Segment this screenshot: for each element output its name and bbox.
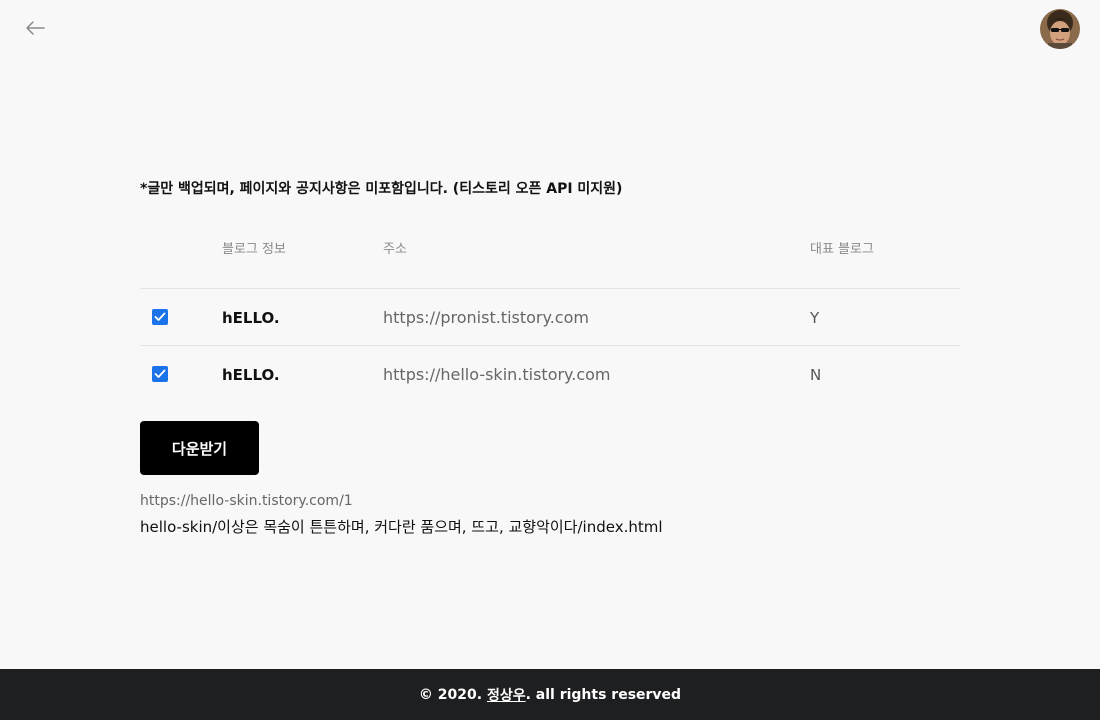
progress-url: https://hello-skin.tistory.com/1: [140, 493, 353, 509]
blog-name: hELLO.: [222, 308, 280, 327]
table-row: hELLO. https://pronist.tistory.com Y: [140, 288, 960, 346]
checkbox-cell: [140, 346, 222, 403]
blog-table: 블로그 정보 주소 대표 블로그 hELLO. https://pronist.…: [140, 236, 960, 402]
arrow-left-icon: [26, 21, 45, 35]
avatar-image: [1040, 9, 1080, 49]
blog-address: https://pronist.tistory.com: [383, 307, 589, 327]
main-blog-flag: N: [810, 365, 822, 384]
backup-panel: *글만 백업되며, 페이지와 공지사항은 미포함입니다. (티스토리 오픈 AP…: [140, 178, 960, 538]
copyright-prefix: © 2020.: [418, 686, 483, 703]
header-blog-info: 블로그 정보: [222, 236, 383, 289]
copyright-suffix: . all rights reserved: [525, 686, 682, 703]
checkbox-cell: [140, 288, 222, 346]
user-avatar[interactable]: [1040, 9, 1080, 49]
download-button[interactable]: 다운받기: [140, 421, 259, 475]
back-button[interactable]: [22, 16, 48, 40]
table-row: hELLO. https://hello-skin.tistory.com N: [140, 346, 960, 403]
notice-text: *글만 백업되며, 페이지와 공지사항은 미포함입니다. (티스토리 오픈 AP…: [140, 181, 623, 197]
footer: © 2020. 정상우. all rights reserved: [0, 669, 1100, 720]
table-header-row: 블로그 정보 주소 대표 블로그: [140, 236, 960, 289]
blog-checkbox[interactable]: [152, 309, 168, 325]
blog-checkbox[interactable]: [152, 366, 168, 382]
progress-path: hello-skin/이상은 목숨이 튼튼하며, 커다란 품으며, 뜨고, 교향…: [140, 518, 663, 536]
header-main-blog: 대표 블로그: [810, 236, 960, 289]
header-address: 주소: [383, 236, 810, 289]
blog-name: hELLO.: [222, 365, 280, 384]
checkmark-icon: [154, 369, 166, 378]
main-blog-flag: Y: [810, 308, 820, 327]
header-checkbox-column: [140, 236, 222, 289]
author-link[interactable]: 정상우: [487, 685, 526, 705]
page: *글만 백업되며, 페이지와 공지사항은 미포함입니다. (티스토리 오픈 AP…: [0, 0, 1100, 720]
checkmark-icon: [154, 312, 166, 321]
blog-address: https://hello-skin.tistory.com: [383, 364, 611, 384]
